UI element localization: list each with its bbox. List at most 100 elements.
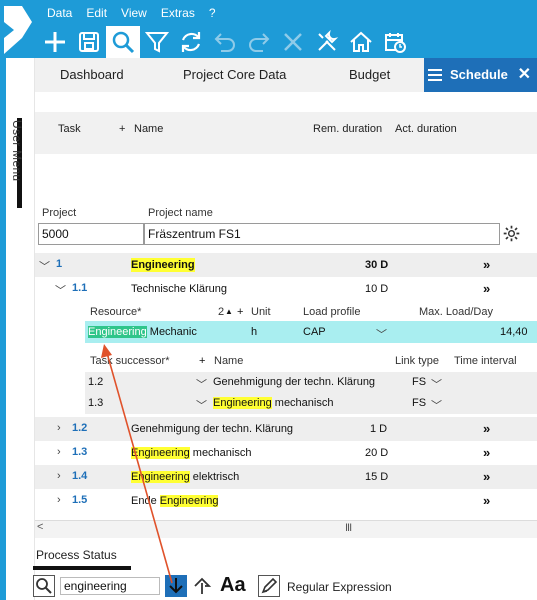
chevron-down-icon[interactable]: ﹀ (376, 326, 387, 342)
refresh-icon[interactable] (174, 26, 208, 58)
find-input[interactable]: engineering (60, 577, 160, 595)
app-header: Data Edit View Extras ? (0, 0, 537, 58)
chevron-down-icon[interactable]: ﹀ (196, 397, 207, 413)
col-act-duration[interactable]: Act. duration (395, 123, 457, 135)
task-number: 1.1 (72, 282, 88, 294)
successor-1-number[interactable]: 1.2 (88, 375, 103, 389)
unit-col-header[interactable]: Unit (251, 305, 271, 319)
chevron-down-icon[interactable]: ﹀ (431, 397, 442, 413)
collapse-chevron-icon[interactable]: ﹀ (39, 258, 50, 274)
expand-details-button[interactable]: » (483, 281, 490, 296)
scroll-left-button[interactable]: < (37, 521, 43, 533)
app-logo-icon (0, 0, 36, 58)
process-status-tab[interactable]: Process Status (36, 548, 117, 562)
schedule-panel: Task + Name Rem. duration Act. duration … (35, 92, 537, 544)
find-next-icon[interactable] (165, 575, 187, 597)
task-row-1-1[interactable]: ﹀ 1.1 Technische Klärung 10 D » (35, 277, 537, 301)
chevron-down-icon[interactable]: ﹀ (196, 376, 207, 392)
successor-2-number[interactable]: 1.3 (88, 396, 103, 410)
horizontal-scrollbar[interactable]: < III (35, 520, 537, 538)
resource-name-rest: Mechanic (146, 326, 197, 338)
tab-budget[interactable]: Budget (349, 58, 390, 92)
resource-row[interactable]: Engineering Mechanic h CAP ﹀ 14,40 (85, 321, 537, 343)
successor-2-link[interactable]: FS (412, 396, 426, 410)
successor-name-col-header[interactable]: Name (214, 354, 243, 368)
task-row-1-3[interactable]: › 1.3 Engineering mechanisch 20 D » (35, 441, 537, 465)
save-icon[interactable] (72, 26, 106, 58)
resource-col-header[interactable]: Resource* (90, 305, 141, 319)
menu-extras[interactable]: Extras (154, 4, 202, 22)
find-previous-icon[interactable] (191, 575, 213, 597)
add-successor-button[interactable]: + (199, 354, 205, 368)
menu-edit[interactable]: Edit (79, 4, 114, 22)
process-status-underline (33, 566, 131, 570)
undo-icon[interactable] (208, 26, 242, 58)
scroll-thumb-grip[interactable]: III (345, 522, 352, 534)
expand-chevron-icon[interactable]: › (57, 446, 61, 458)
match-case-toggle[interactable]: Aa (220, 574, 246, 597)
chevron-down-icon[interactable]: ﹀ (431, 376, 442, 392)
project-name-field[interactable]: Fräszentrum FS1 (144, 223, 500, 245)
task-row-1-2[interactable]: › 1.2 Genehmigung der techn. Klärung 1 D… (35, 417, 537, 441)
tab-bar: Dashboard Project Core Data Budget Sched… (35, 58, 537, 92)
settings-gear-icon[interactable] (503, 225, 520, 242)
search-hit: Engineering (131, 447, 190, 459)
expand-chevron-icon[interactable]: › (57, 422, 61, 434)
add-task-button[interactable]: + (119, 123, 125, 135)
expand-details-button[interactable]: » (483, 257, 490, 272)
expand-details-button[interactable]: » (483, 469, 490, 484)
collapse-chevron-icon[interactable]: ﹀ (55, 282, 66, 298)
menu-data[interactable]: Data (40, 4, 79, 22)
expand-details-button[interactable]: » (483, 493, 490, 508)
filter-icon[interactable] (140, 26, 174, 58)
left-rail: User Menu (0, 58, 35, 600)
find-search-icon[interactable] (33, 575, 55, 597)
calendar-icon[interactable] (378, 26, 412, 58)
task-number: 1.3 (72, 446, 88, 458)
delete-icon[interactable] (276, 26, 310, 58)
project-field[interactable]: 5000 (38, 223, 144, 245)
col-task[interactable]: Task (58, 123, 81, 135)
menu-help[interactable]: ? (202, 4, 223, 22)
col-name[interactable]: Name (134, 123, 163, 135)
tab-schedule-label: Schedule (450, 67, 508, 82)
max-load-col-header[interactable]: Max. Load/Day (419, 305, 493, 319)
expand-chevron-icon[interactable]: › (57, 470, 61, 482)
hamburger-icon[interactable] (428, 69, 442, 81)
add-resource-button[interactable]: + (237, 305, 243, 319)
load-profile-select[interactable]: CAP (303, 325, 326, 339)
search-hit: Engineering (159, 495, 219, 507)
resource-name[interactable]: Engineering Mechanic (88, 325, 197, 339)
expand-details-button[interactable]: » (483, 445, 490, 460)
task-duration: 30 D (365, 259, 389, 271)
task-duration: 10 D (365, 283, 389, 295)
time-interval-col-header[interactable]: Time interval (454, 354, 517, 368)
task-name-rest: mechanisch (189, 447, 252, 459)
sort-up-icon[interactable]: ▲ (225, 305, 233, 319)
tab-schedule[interactable]: Schedule ✕ (424, 58, 537, 92)
tab-project-core-data[interactable]: Project Core Data (183, 58, 286, 92)
user-menu-toggle[interactable]: User Menu (10, 120, 24, 181)
successor-1-link[interactable]: FS (412, 375, 426, 389)
task-row-1-4[interactable]: › 1.4 Engineering elektrisch 15 D » (35, 465, 537, 489)
tools-icon[interactable] (310, 26, 344, 58)
task-name: Engineering (131, 258, 195, 272)
search-hit: Engineering (88, 326, 147, 338)
menu-view[interactable]: View (114, 4, 154, 22)
link-type-col-header[interactable]: Link type (395, 354, 439, 368)
load-profile-col-header[interactable]: Load profile (303, 305, 361, 319)
task-successor-col-header[interactable]: Task successor* (90, 354, 169, 368)
expand-chevron-icon[interactable]: › (57, 494, 61, 506)
add-icon[interactable] (38, 26, 72, 58)
regex-pen-icon[interactable] (258, 575, 280, 597)
search-icon[interactable] (106, 26, 140, 58)
tab-dashboard[interactable]: Dashboard (60, 58, 124, 92)
close-tab-icon[interactable]: ✕ (518, 58, 531, 92)
redo-icon[interactable] (242, 26, 276, 58)
col-rem-duration[interactable]: Rem. duration (313, 123, 382, 135)
home-icon[interactable] (344, 26, 378, 58)
task-row-1[interactable]: ﹀ 1 Engineering 30 D » (35, 253, 537, 277)
task-row-1-5[interactable]: › 1.5 Ende Engineering » (35, 489, 537, 513)
task-number: 1.4 (72, 470, 88, 482)
expand-details-button[interactable]: » (483, 421, 490, 436)
